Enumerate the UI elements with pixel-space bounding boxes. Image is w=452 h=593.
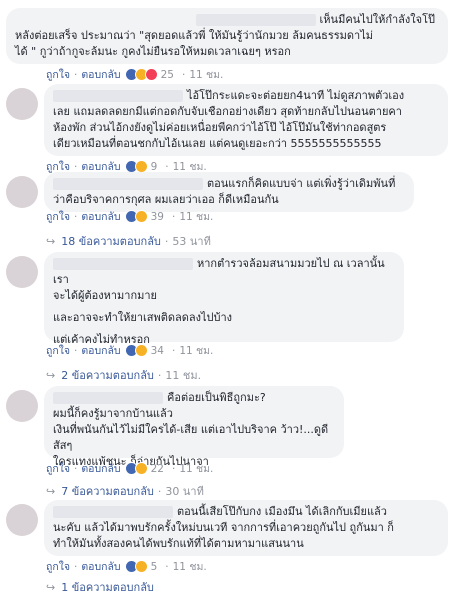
comment-text-line: ไอ้โป๊กระแดะจะต่อยยก4นาที ไม่ดูสภาพตัวเอ… (187, 89, 405, 102)
reply-arrow-icon: ↪ (46, 484, 56, 498)
haha-icon (134, 210, 148, 223)
view-replies-link[interactable]: ↪ 1 ข้อความตอบกลับ (46, 578, 154, 593)
commenter-name-redacted[interactable] (195, 14, 316, 26)
comment-bubble: หากตำรวจล้อมสนามมวยไป ณ เวลานั้น เรา จะไ… (44, 252, 404, 346)
comment-time[interactable]: 11 ชม. (179, 342, 213, 359)
comment-text-line: ตอนแรกก็คิดแบบจ่า แต่เพิ่งรู้ว่าเดิมพันท… (207, 177, 396, 190)
avatar[interactable] (6, 390, 38, 422)
haha-icon (134, 462, 148, 475)
reaction-count: 34 (150, 344, 164, 357)
reactions-summary[interactable]: 5 (124, 560, 158, 573)
comment-actions: ถูกใจ · ตอบกลับ 34 · 11 ชม. (46, 342, 213, 359)
comment-text-line: นะคับ แล้วได้มาพบรักครั้งใหม่บนเวที จากก… (53, 521, 394, 534)
reply-link[interactable]: ตอบกลับ (81, 66, 120, 83)
reaction-count: 39 (150, 210, 164, 223)
comment-actions: ถูกใจ · ตอบกลับ 39 · 11 ชม. (46, 208, 213, 225)
like-link[interactable]: ถูกใจ (46, 342, 70, 359)
comment-time[interactable]: 11 ชม. (179, 460, 213, 477)
comment-time[interactable]: 11 ชม. (173, 558, 207, 575)
comment-actions: ถูกใจ · ตอบกลับ 22 · 11 ชม. (46, 460, 213, 477)
love-icon (144, 68, 158, 81)
replies-time: 11 ชม. (165, 369, 202, 382)
commenter-name-redacted[interactable] (53, 90, 183, 102)
reaction-count: 22 (150, 462, 164, 475)
avatar[interactable] (6, 504, 38, 536)
replies-count-label: 18 ข้อความตอบกลับ (61, 235, 161, 248)
comment-bubble: เห็นมีคนไปให้กำลังใจโป๊ หลังต่อยเสร็จ ปร… (6, 8, 448, 64)
comment-text-line: เห็นมีคนไปให้กำลังใจโป๊ (319, 13, 435, 26)
comment-actions: ถูกใจ · ตอบกลับ 25 · 11 ชม. (46, 66, 223, 83)
reply-arrow-icon: ↪ (46, 368, 56, 382)
reply-link[interactable]: ตอบกลับ (81, 342, 120, 359)
comment-text-line: เดียวเหมือนที่ตอนชกกับไอ้เนเลย แต่คนดูเย… (53, 137, 382, 150)
view-replies-link[interactable]: ↪ 2 ข้อความตอบกลับ · 11 ชม. (46, 366, 201, 384)
reply-link[interactable]: ตอบกลับ (81, 460, 120, 477)
commenter-name-redacted[interactable] (53, 258, 193, 270)
replies-count-label: 2 ข้อความตอบกลับ (61, 369, 154, 382)
reactions-summary[interactable]: 39 (124, 210, 164, 223)
commenter-name-redacted[interactable] (53, 392, 163, 404)
avatar[interactable] (6, 176, 38, 208)
comment-text-line: ว่าคือบริจาคการกุศล ผมเลยว่าเออ ก็ดีเหมื… (53, 193, 279, 206)
haha-icon (134, 560, 148, 573)
comment-bubble: ตอนนี้เสียโป๊กับกง เมืองมึน ได้เลิกกับเม… (44, 500, 448, 556)
comment-text-line: ตอนนี้เสียโป๊กับกง เมืองมึน ได้เลิกกับเม… (177, 505, 387, 518)
reply-arrow-icon: ↪ (46, 580, 56, 593)
comment-text-line: และอาจจะทำให้ยาเสพติดลดลงไปบ้าง (53, 311, 233, 324)
replies-count-label: 1 ข้อความตอบกลับ (61, 581, 154, 593)
comment-text-line: หลังต่อยเสร็จ ประมาณว่า "สุดยอดแล้วพี่ ใ… (15, 29, 373, 42)
avatar[interactable] (6, 256, 38, 288)
comment-bubble: ตอนแรกก็คิดแบบจ่า แต่เพิ่งรู้ว่าเดิมพันท… (44, 172, 414, 212)
reaction-count: 25 (160, 68, 174, 81)
comment-text-line: ทำให้มันทั้งสองคนได้พบรักแท้ที่ได้ตามหาม… (53, 537, 304, 550)
comment-actions: ถูกใจ · ตอบกลับ 5 · 11 ชม. (46, 558, 207, 575)
like-link[interactable]: ถูกใจ (46, 558, 70, 575)
commenter-name-redacted[interactable] (53, 178, 203, 190)
reaction-count: 5 (150, 560, 158, 573)
comment-bubble: คือต่อยเป็นพิธีถูกมะ? ผมนี้ก็คงรู้มาจากบ… (44, 386, 344, 468)
like-link[interactable]: ถูกใจ (46, 208, 70, 225)
commenter-name-redacted[interactable] (53, 506, 173, 518)
reply-link[interactable]: ตอบกลับ (81, 558, 120, 575)
like-link[interactable]: ถูกใจ (46, 66, 70, 83)
replies-count-label: 7 ข้อความตอบกลับ (61, 485, 154, 498)
reaction-count: 9 (150, 160, 158, 173)
comment-text-line: จะได้ผู้ต้องหามากมาย (53, 289, 157, 302)
comment-text-line: เลย แถมลดลดยกมีแต่กอดกับจับเชือกอย่างเดี… (53, 105, 402, 118)
like-link[interactable]: ถูกใจ (46, 460, 70, 477)
comment-text-line: ได้ " กูว่าถ้ากูจะล้มนะ กูคงไม่ยืนรอให้ห… (15, 45, 291, 58)
view-replies-link[interactable]: ↪ 7 ข้อความตอบกลับ · 30 นาที (46, 482, 204, 500)
comment-text-line: ผมนี้ก็คงรู้มาจากบ้านแล้ว (53, 407, 173, 420)
comment-text-line: คือต่อยเป็นพิธีถูกมะ? (167, 391, 266, 404)
replies-time: 30 นาที (165, 485, 204, 498)
reactions-summary[interactable]: 22 (124, 462, 164, 475)
view-replies-link[interactable]: ↪ 18 ข้อความตอบกลับ · 53 นาที (46, 232, 211, 250)
haha-icon (134, 344, 148, 357)
comment-text-line: เงินที่พนันกันไว้ไม่มีใครได้-เสีย แต่เอา… (53, 423, 329, 452)
comment-bubble: ไอ้โป๊กระแดะจะต่อยยก4นาที ไม่ดูสภาพตัวเอ… (44, 84, 448, 156)
comment-time[interactable]: 11 ชม. (179, 208, 213, 225)
avatar[interactable] (6, 88, 38, 120)
comment-time[interactable]: 11 ชม. (189, 66, 223, 83)
reply-link[interactable]: ตอบกลับ (81, 208, 120, 225)
reactions-summary[interactable]: 25 (124, 68, 174, 81)
replies-time: 53 นาที (172, 235, 211, 248)
reply-arrow-icon: ↪ (46, 234, 56, 248)
comment-text-line: ห้องพัก ส่วนไอ้กงยังดูไม่ค่อยเหนื่อยพีคก… (53, 121, 387, 134)
reactions-summary[interactable]: 34 (124, 344, 164, 357)
